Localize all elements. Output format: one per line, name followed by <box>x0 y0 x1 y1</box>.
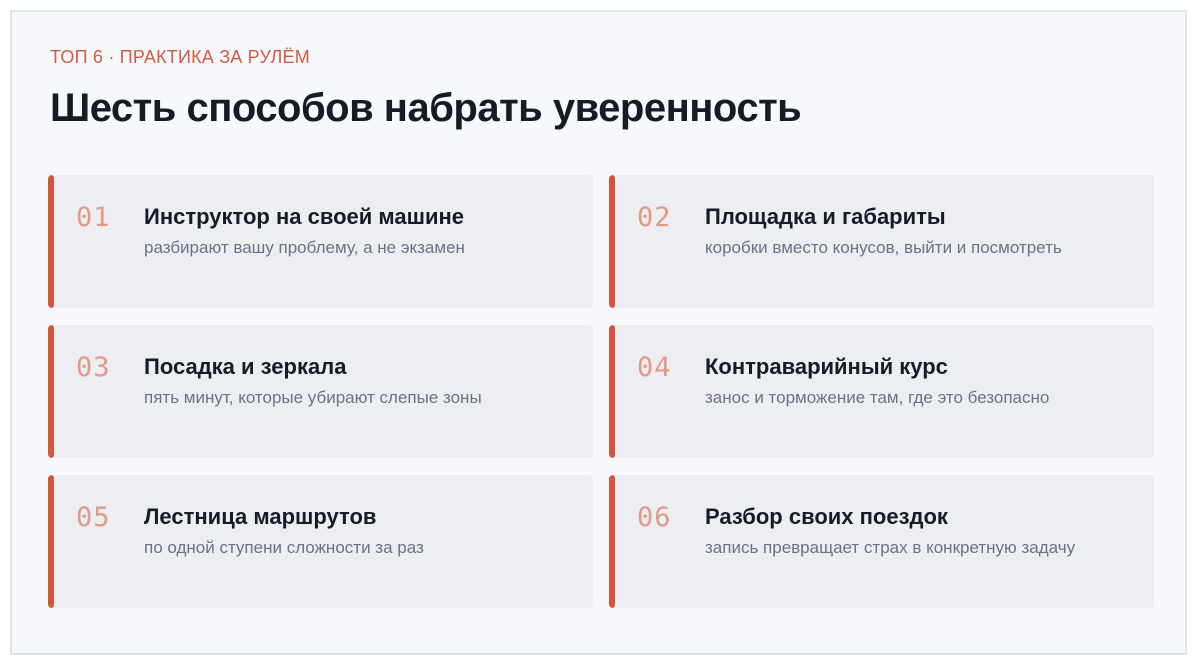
tip-title: Посадка и зеркала <box>144 354 347 379</box>
tip-number: 01 <box>76 202 111 233</box>
tip-number: 03 <box>76 352 111 383</box>
accent-bar <box>48 175 54 308</box>
tip-subtitle: коробки вместо конусов, выйти и посмотре… <box>705 238 1062 257</box>
tip-subtitle: по одной ступени сложности за раз <box>144 538 424 557</box>
accent-bar <box>609 175 615 308</box>
tip-card-2: 02 Площадка и габариты коробки вместо ко… <box>609 175 1154 308</box>
slide-frame: ТОП 6 · ПРАКТИКА ЗА РУЛЁМ Шесть способов… <box>10 10 1187 655</box>
tip-subtitle: разбирают вашу проблему, а не экзамен <box>144 238 465 257</box>
tip-card-5: 05 Лестница маршрутов по одной ступени с… <box>48 475 593 608</box>
tip-subtitle: занос и торможение там, где это безопасн… <box>705 388 1050 407</box>
tip-title: Контраварийный курс <box>705 354 948 379</box>
tip-title: Инструктор на своей машине <box>144 204 464 229</box>
accent-bar <box>609 475 615 608</box>
tip-number: 06 <box>637 502 672 533</box>
tip-title: Площадка и габариты <box>705 204 946 229</box>
tip-title: Лестница маршрутов <box>144 504 377 529</box>
tip-card-6: 06 Разбор своих поездок запись превращае… <box>609 475 1154 608</box>
tip-subtitle: пять минут, которые убирают слепые зоны <box>144 388 482 407</box>
tip-number: 04 <box>637 352 672 383</box>
tip-title: Разбор своих поездок <box>705 504 948 529</box>
accent-bar <box>48 325 54 458</box>
accent-bar <box>48 475 54 608</box>
tips-grid: 01 Инструктор на своей машине разбирают … <box>48 175 1155 609</box>
tip-card-3: 03 Посадка и зеркала пять минут, которые… <box>48 325 593 458</box>
tip-number: 05 <box>76 502 111 533</box>
tip-card-4: 04 Контраварийный курс занос и торможени… <box>609 325 1154 458</box>
tip-subtitle: запись превращает страх в конкретную зад… <box>705 538 1076 557</box>
kicker-label: ТОП 6 · ПРАКТИКА ЗА РУЛЁМ <box>50 47 310 67</box>
tip-number: 02 <box>637 202 672 233</box>
tip-card-1: 01 Инструктор на своей машине разбирают … <box>48 175 593 308</box>
page-title: Шесть способов набрать уверенность <box>50 86 802 130</box>
accent-bar <box>609 325 615 458</box>
